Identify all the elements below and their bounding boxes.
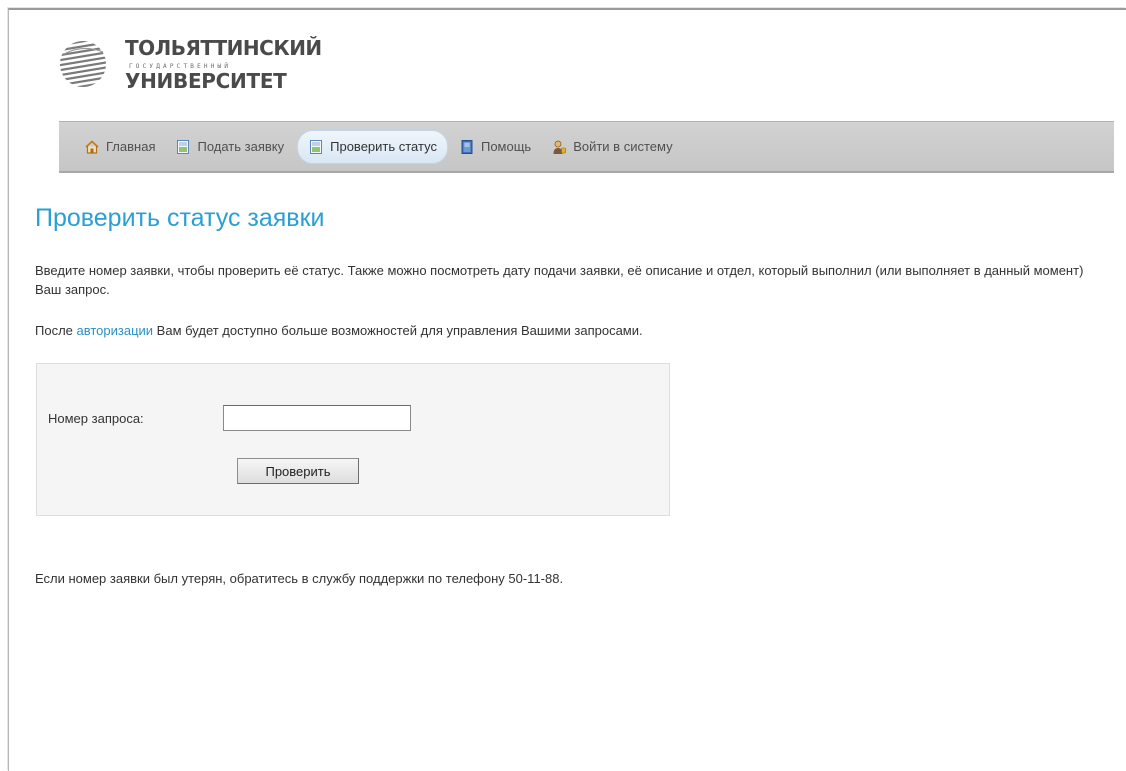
nav-item-submit-label: Подать заявку [197, 139, 285, 154]
nav-item-home[interactable]: Главная [77, 131, 164, 163]
status-check-form: Номер запроса: Проверить [36, 363, 670, 516]
help-book-icon [461, 139, 473, 154]
nav-item-help-label: Помощь [480, 139, 532, 154]
lost-number-note: Если номер заявки был утерян, обратитесь… [35, 571, 564, 586]
nav-item-home-label: Главная [106, 139, 156, 154]
nav-item-submit[interactable]: Подать заявку [168, 131, 293, 163]
authorization-note: После авторизации Вам будет доступно бол… [35, 321, 643, 340]
login-user-icon [553, 140, 566, 154]
home-icon [85, 139, 99, 154]
logo-title-line1: ТОЛЬЯТТИНСКИЙ [125, 36, 322, 60]
auth-note-before: После [35, 323, 77, 338]
intro-text: Введите номер заявки, чтобы проверить её… [35, 263, 1084, 297]
auth-note-after: Вам будет доступно больше возможностей д… [153, 323, 643, 338]
nav-item-help[interactable]: Помощь [452, 131, 540, 163]
request-number-label: Номер запроса: [48, 411, 144, 426]
main-navigation: Главная Подать заявку Проверить статус П… [59, 121, 1114, 173]
globe-emblem-icon [60, 41, 106, 87]
authorization-link[interactable]: авторизации [77, 323, 154, 338]
logo-title-line3: УНИВЕРСИТЕТ [125, 69, 287, 93]
browser-viewport: ТОЛЬЯТТИНСКИЙ ГОСУДАРСТВЕННЫЙ УНИВЕРСИТЕ… [8, 8, 1126, 771]
page-title: Проверить статус заявки [35, 204, 325, 232]
submit-document-icon [177, 139, 190, 154]
nav-item-check-status[interactable]: Проверить статус [297, 129, 448, 164]
nav-item-login-label: Войти в систему [573, 139, 673, 154]
university-logo[interactable]: ТОЛЬЯТТИНСКИЙ ГОСУДАРСТВЕННЫЙ УНИВЕРСИТЕ… [59, 32, 349, 102]
request-number-input[interactable] [223, 405, 411, 431]
nav-item-login[interactable]: Войти в систему [544, 131, 681, 163]
check-document-icon [310, 139, 323, 154]
nav-item-check-status-label: Проверить статус [330, 139, 437, 154]
check-button[interactable]: Проверить [237, 458, 359, 484]
